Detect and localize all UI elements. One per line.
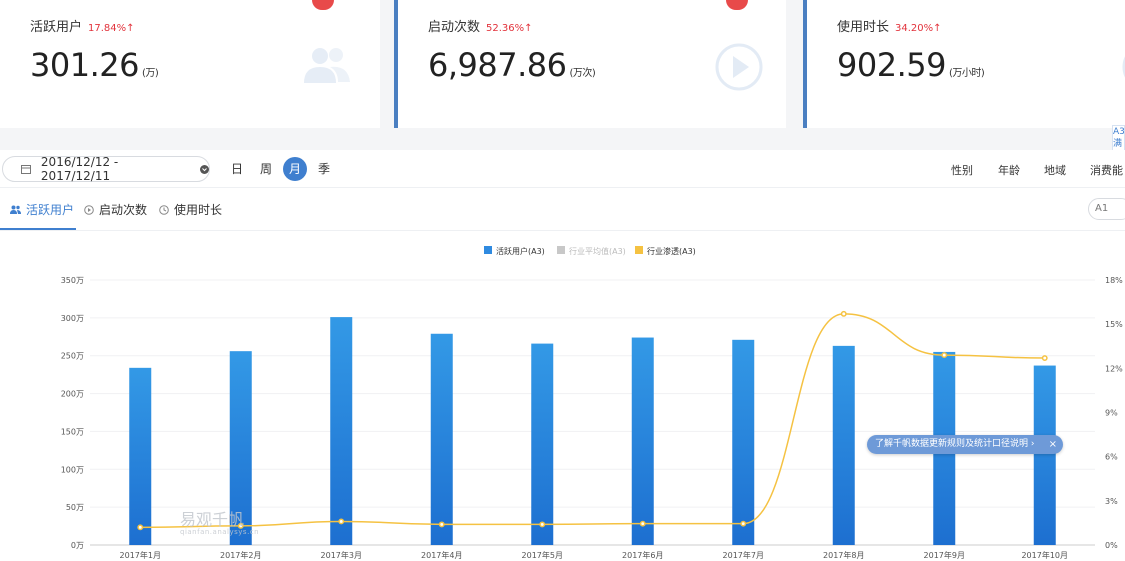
point-industry-penetration (740, 520, 747, 527)
point-industry-penetration (338, 518, 345, 525)
y-right-tick: 9% (1105, 409, 1118, 418)
point-industry-penetration (1041, 355, 1048, 361)
point-industry-penetration (539, 521, 546, 528)
x-tick: 2017年8月 (823, 550, 864, 560)
y-right-tick: 0% (1105, 541, 1118, 550)
y-left-tick: 350万 (61, 276, 84, 285)
watermark-logo: 易观千帆 (180, 510, 245, 529)
x-tick: 2017年1月 (120, 550, 161, 560)
x-tick: 2017年9月 (924, 550, 965, 560)
point-industry-penetration (137, 524, 144, 531)
y-left-tick: 250万 (61, 352, 84, 361)
point-industry-penetration (639, 520, 646, 527)
point-industry-penetration (840, 310, 847, 317)
x-tick: 2017年4月 (421, 550, 462, 560)
y-right-tick: 3% (1105, 497, 1118, 506)
y-right-tick: 12% (1105, 364, 1123, 373)
legend-label: 行业渗透(A3) (647, 246, 696, 256)
legend-swatch (635, 246, 643, 254)
x-tick: 2017年2月 (220, 550, 261, 560)
y-left-tick: 150万 (61, 427, 84, 436)
y-right-tick: 18% (1105, 276, 1123, 285)
line-industry-penetration (140, 313, 1045, 529)
y-left-tick: 0万 (71, 541, 84, 550)
point-industry-penetration (941, 352, 948, 359)
legend-swatch (484, 246, 492, 254)
x-tick: 2017年7月 (723, 550, 764, 560)
x-tick: 2017年5月 (522, 550, 563, 560)
bar-active-users (430, 333, 453, 545)
x-tick: 2017年10月 (1021, 550, 1068, 560)
bar-active-users (531, 343, 554, 545)
bar-active-users (129, 367, 152, 545)
legend-label: 行业平均值(A3) (569, 246, 626, 256)
close-icon[interactable]: × (1049, 435, 1057, 454)
bar-active-users (1033, 365, 1056, 545)
legend-swatch (557, 246, 565, 254)
y-left-tick: 300万 (61, 314, 84, 323)
watermark-url: qianfan.analysys.cn (180, 528, 260, 536)
bar-active-users (330, 317, 353, 545)
y-left-tick: 50万 (66, 503, 84, 512)
y-right-tick: 15% (1105, 320, 1123, 329)
y-left-tick: 100万 (61, 465, 84, 474)
watermark: 易观千帆 qianfan.analysys.cn (180, 506, 259, 536)
bar-active-users (732, 339, 755, 545)
data-rules-tooltip[interactable]: 了解千帆数据更新规则及统计口径说明 › × (867, 435, 1063, 454)
x-tick: 2017年6月 (622, 550, 663, 560)
bar-active-users (832, 345, 855, 545)
active-users-chart: 350万 300万 250万 200万 150万 100万 50万 0万 18% 15% 12% 9%… (61, 246, 1123, 560)
bar-active-users (631, 337, 654, 545)
x-tick: 2017年3月 (321, 550, 362, 560)
tooltip-text: 了解千帆数据更新规则及统计口径说明 › (875, 439, 1035, 449)
y-right-tick: 6% (1105, 453, 1118, 462)
y-left-tick: 200万 (61, 390, 84, 399)
point-industry-penetration (438, 521, 445, 528)
legend-label: 活跃用户(A3) (496, 246, 545, 256)
